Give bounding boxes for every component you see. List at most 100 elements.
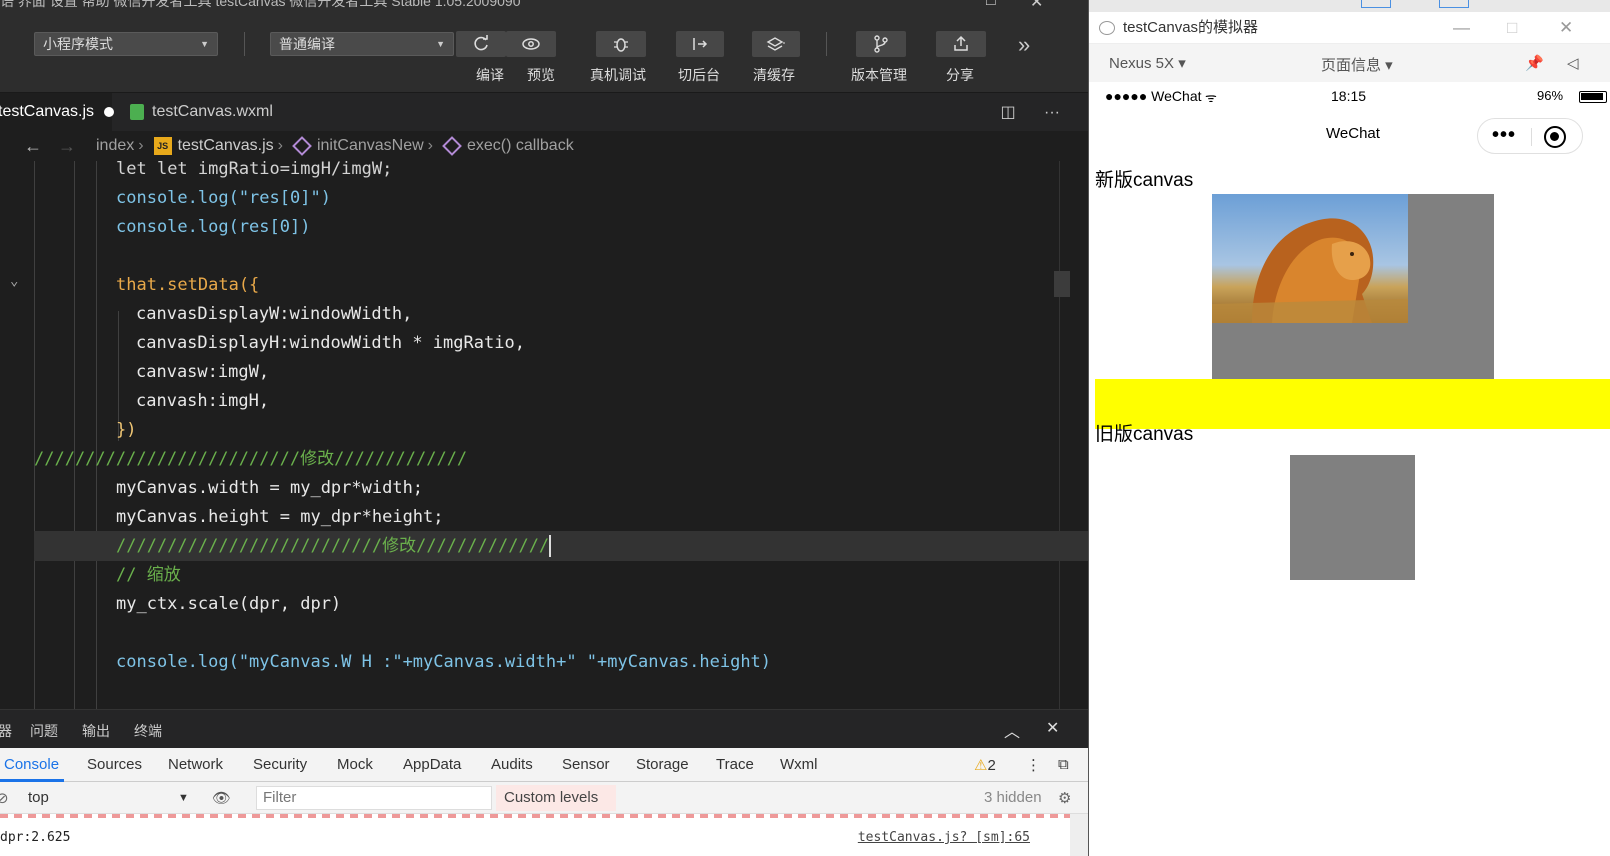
breadcrumb-item-callback[interactable]: exec() callback xyxy=(467,137,574,154)
code-editor[interactable]: ⌄ let let imgRatio=imgH/imgW; console.lo… xyxy=(0,161,1088,709)
editor-actions: ◫ ··· xyxy=(1000,102,1060,122)
more-dots-icon[interactable]: ••• xyxy=(1492,125,1516,145)
panel-tab-terminal[interactable]: 终端 xyxy=(134,721,162,741)
devtools-tab-console[interactable]: Console xyxy=(4,756,59,773)
more-actions-icon[interactable]: ··· xyxy=(1044,104,1060,121)
maximize-icon[interactable]: □ xyxy=(986,0,996,10)
upload-icon xyxy=(954,35,968,51)
devtools-tab-trace[interactable]: Trace xyxy=(716,756,754,773)
devtools-tab-storage[interactable]: Storage xyxy=(636,756,689,773)
log-entry: dpr:2.625 testCanvas.js? [sm]:65 xyxy=(0,830,1070,854)
clear-cache-label: 清缓存 xyxy=(753,67,795,83)
breadcrumb-item-file[interactable]: testCanvas.js xyxy=(178,137,274,154)
status-time: 18:15 xyxy=(1331,88,1367,104)
console-scrollbar[interactable] xyxy=(1070,814,1088,856)
devtools-tab-audits[interactable]: Audits xyxy=(491,756,533,773)
device-select[interactable]: Nexus 5X ▾ xyxy=(1109,54,1186,72)
devtools-tab-appdata[interactable]: AppData xyxy=(403,756,461,773)
tab-testcanvas-wxml[interactable]: testCanvas.wxml xyxy=(112,93,320,131)
log-message: dpr:2.625 xyxy=(0,830,71,845)
new-canvas-label: 新版canvas xyxy=(1095,170,1194,191)
lion-image xyxy=(1212,194,1408,323)
editor-scrollbar[interactable] xyxy=(1054,271,1070,297)
split-editor-icon[interactable]: ◫ xyxy=(1000,104,1015,121)
close-icon[interactable]: ✕ xyxy=(1030,0,1043,10)
code-line: canvash:imgH, xyxy=(136,386,269,416)
more-vert-icon[interactable]: ⋮ xyxy=(1026,756,1041,774)
remote-debug-button[interactable] xyxy=(596,31,646,57)
panel-tab-output[interactable]: 输出 xyxy=(82,721,110,741)
code-line: }) xyxy=(116,415,136,445)
more-chevron-icon[interactable]: » xyxy=(1018,32,1030,58)
background-button[interactable] xyxy=(676,31,724,57)
version-button[interactable] xyxy=(856,31,906,57)
code-line: canvasDisplayH:windowWidth * imgRatio, xyxy=(136,328,525,358)
chevron-up-icon[interactable]: ︿ xyxy=(1004,718,1020,742)
version-label: 版本管理 xyxy=(851,67,907,83)
log-source-link[interactable]: testCanvas.js? [sm]:65 xyxy=(858,830,1030,845)
js-file-icon: JS xyxy=(153,136,172,155)
back-arrow-icon[interactable]: ← xyxy=(24,131,42,161)
clipped-log-line xyxy=(0,814,1070,818)
text-cursor xyxy=(549,535,552,557)
indent-guide xyxy=(96,161,97,709)
mode-select[interactable]: 小程序模式 ▼ xyxy=(34,32,218,56)
code-text: console.log("myCanvas.W H :"+myCanvas.wi… xyxy=(116,652,772,672)
compile-button[interactable] xyxy=(456,31,506,57)
indent-guide xyxy=(34,161,35,709)
devtools-tab-mock[interactable]: Mock xyxy=(337,756,373,773)
new-canvas[interactable] xyxy=(1212,194,1494,379)
clear-console-icon[interactable]: ⊘ xyxy=(0,789,9,807)
close-miniprogram-icon[interactable] xyxy=(1544,126,1566,148)
panel-tabs: 器 问题 输出 终端 ︿ ✕ xyxy=(0,710,1088,748)
close-panel-icon[interactable]: ✕ xyxy=(1046,718,1059,738)
warning-icon: ⚠ xyxy=(974,757,988,774)
clear-cache-button[interactable] xyxy=(752,31,800,57)
custom-levels-select[interactable]: Custom levels ▼ xyxy=(496,785,616,832)
bottom-panel: 器 问题 输出 终端 ︿ ✕ Console Sources Network S… xyxy=(0,709,1088,856)
preview-button[interactable] xyxy=(506,31,556,57)
preview-label: 预览 xyxy=(527,67,555,83)
fold-chevron-icon[interactable]: ⌄ xyxy=(10,273,18,289)
ide-window: 语 界面 设置 帮助 微信开发者工具 testCanvas 微信开发者工具 St… xyxy=(0,0,1088,856)
console-log: dpr:2.625 testCanvas.js? [sm]:65 xyxy=(0,814,1088,856)
devtools-tabs: Console Sources Network Security Mock Ap… xyxy=(0,748,1088,782)
code-text: canvasDisplayW:windowWidth, xyxy=(136,304,413,324)
simulator-window: testCanvas的模拟器 — □ ✕ Nexus 5X ▾ 页面信息 ▾ 📌… xyxy=(1088,0,1610,856)
wxml-file-icon xyxy=(130,103,144,120)
code-text: canvasDisplayH:windowWidth * imgRatio, xyxy=(136,333,525,353)
devtools-tab-sensor[interactable]: Sensor xyxy=(562,756,610,773)
forward-arrow-icon[interactable]: → xyxy=(58,131,76,161)
undock-icon[interactable]: ⧉ xyxy=(1058,756,1069,773)
minimize-icon[interactable]: — xyxy=(1453,12,1470,44)
devtools-tab-sources[interactable]: Sources xyxy=(87,756,142,773)
pin-icon[interactable]: 📌 xyxy=(1525,54,1544,72)
devtools-tab-network[interactable]: Network xyxy=(168,756,223,773)
tab-testcanvas-js[interactable]: testCanvas.js xyxy=(0,93,115,131)
share-button[interactable] xyxy=(936,31,986,57)
devtools-tab-wxml[interactable]: Wxml xyxy=(780,756,818,773)
volume-icon[interactable]: ◁ xyxy=(1567,54,1579,72)
code-text: console.log("res[0]") xyxy=(116,188,331,208)
code-text: canvash:imgH, xyxy=(136,391,270,411)
code-line: //////////////////////////修改////////////… xyxy=(34,444,467,474)
compile-select[interactable]: 普通编译 ▼ xyxy=(270,32,454,56)
panel-tab-problems[interactable]: 问题 xyxy=(30,721,58,741)
filter-input[interactable]: Filter xyxy=(256,786,492,810)
settings-gear-icon[interactable]: ⚙ xyxy=(1058,789,1071,807)
maximize-icon[interactable]: □ xyxy=(1507,12,1517,44)
breadcrumb-item-method[interactable]: initCanvasNew xyxy=(317,137,424,154)
close-icon[interactable]: ✕ xyxy=(1559,12,1573,44)
eye-icon[interactable]: 👁 xyxy=(212,789,231,807)
breadcrumb-item-index[interactable]: index xyxy=(96,137,134,154)
devtools-tab-security[interactable]: Security xyxy=(253,756,307,773)
panel-tab-debugger[interactable]: 器 xyxy=(0,721,12,741)
page-info-select[interactable]: 页面信息 ▾ xyxy=(1321,54,1393,75)
old-canvas[interactable] xyxy=(1290,455,1415,580)
status-bar: ●●●●● WeChat ᯤ 18:15 96% xyxy=(1095,82,1610,112)
warning-count[interactable]: ⚠2 xyxy=(974,756,996,774)
context-select[interactable]: top xyxy=(28,789,49,806)
chevron-down-icon: ▼ xyxy=(200,39,209,49)
chevron-down-icon[interactable]: ▼ xyxy=(178,792,189,804)
editor-tabs: testCanvas.js testCanvas.wxml ◫ ··· xyxy=(0,93,1088,131)
